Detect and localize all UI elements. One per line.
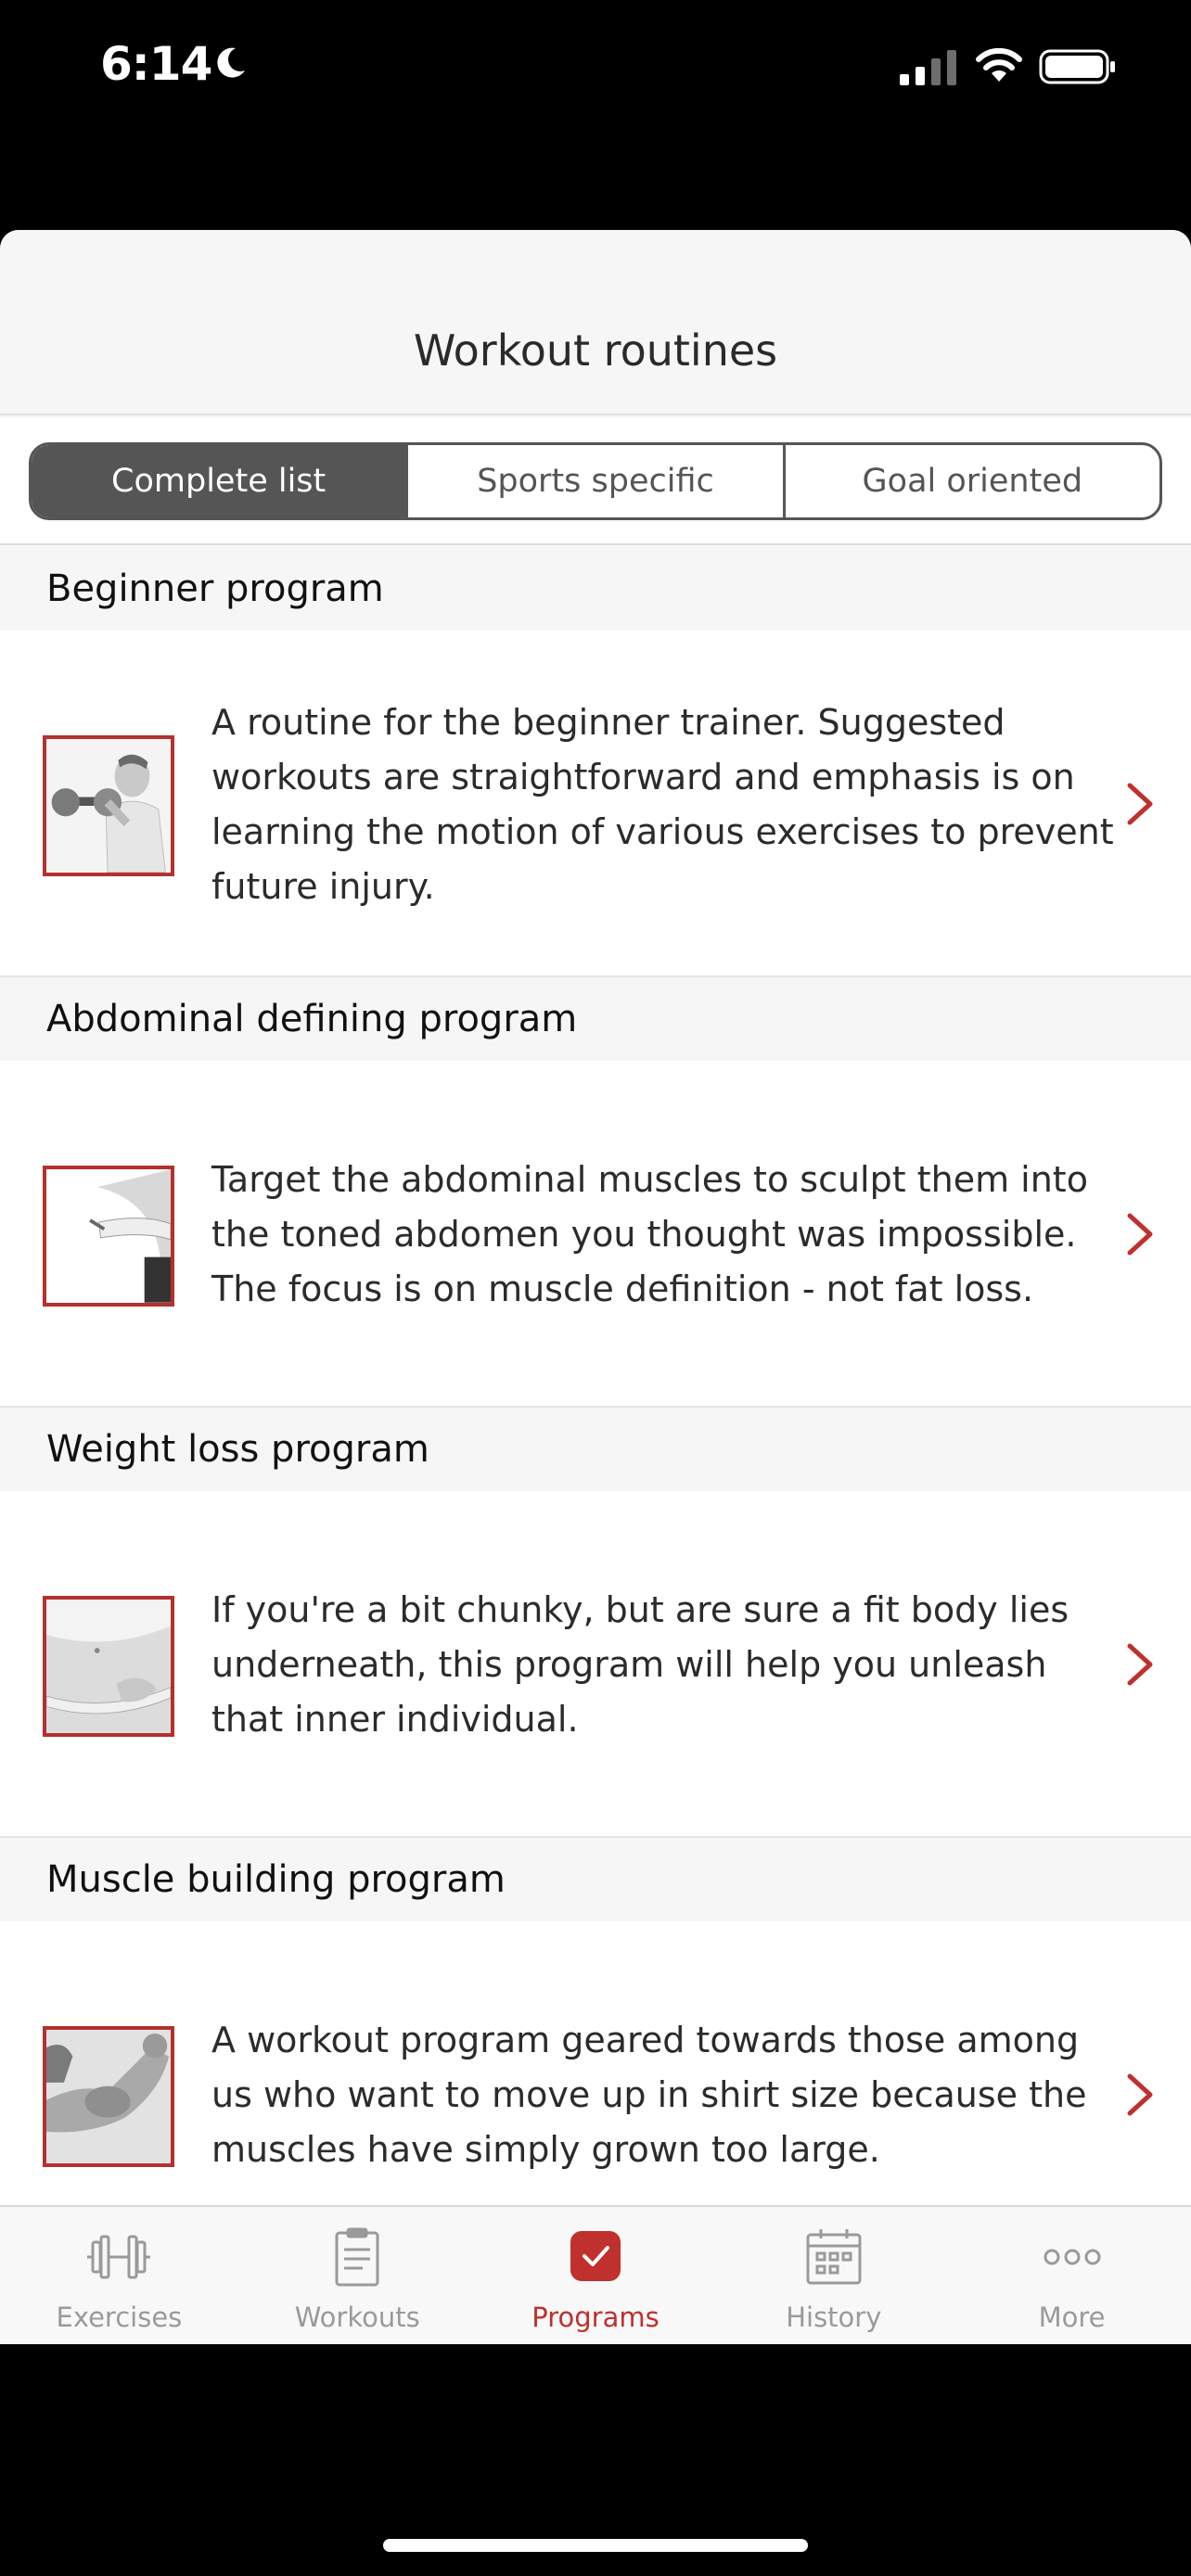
program-row-abdominal[interactable]: Target the abdominal muscles to sculpt t… (0, 1061, 1191, 1408)
chevron-right-icon (1127, 2073, 1153, 2116)
waist-tape-photo (43, 1596, 174, 1737)
tab-label: Exercises (56, 2302, 183, 2333)
program-row-weight-loss[interactable]: If you're a bit chunky, but are sure a f… (0, 1491, 1191, 1838)
tab-label: Programs (531, 2302, 660, 2333)
boy-dumbbell-photo (43, 735, 174, 876)
chevron-right-icon (1127, 783, 1153, 825)
moon-icon (217, 47, 245, 78)
section-header-beginner: Beginner program (0, 547, 1191, 631)
calendar-icon (806, 2229, 862, 2285)
flexed-arm-photo (43, 2026, 174, 2167)
belly-measure-photo (43, 1166, 174, 1307)
program-description: If you're a bit chunky, but are sure a f… (211, 1589, 1069, 1740)
section-header-muscle-building: Muscle building program (0, 1838, 1191, 1921)
status-time: 6:14 (100, 37, 212, 91)
tab-more[interactable]: More (953, 2207, 1191, 2344)
tab-workouts[interactable]: Workouts (238, 2207, 477, 2344)
navigation-header: Workout routines (0, 230, 1191, 415)
section-header-abdominal: Abdominal defining program (0, 977, 1191, 1061)
workout-routines-sheet: Workout routines Complete list Sports sp… (0, 230, 1191, 2344)
program-row-beginner[interactable]: A routine for the beginner trainer. Sugg… (0, 631, 1191, 977)
program-description: A routine for the beginner trainer. Sugg… (211, 702, 1114, 907)
wifi-icon (976, 47, 1022, 82)
tab-label: More (1038, 2302, 1106, 2333)
tab-history[interactable]: History (714, 2207, 953, 2344)
checkmark-icon (570, 2231, 621, 2281)
tab-programs[interactable]: Programs (477, 2207, 715, 2344)
more-dots-icon (1044, 2249, 1101, 2265)
home-indicator[interactable] (383, 2539, 808, 2552)
clipboard-icon (335, 2227, 379, 2287)
tab-exercises[interactable]: Exercises (0, 2207, 238, 2344)
tab-bar: Exercises Workouts Programs History More (0, 2205, 1191, 2344)
segment-sports-specific[interactable]: Sports specific (405, 445, 782, 517)
page-title: Workout routines (413, 325, 778, 376)
tab-label: History (786, 2302, 882, 2333)
tab-label: Workouts (294, 2302, 420, 2333)
category-segmented-control: Complete list Sports specific Goal orien… (29, 442, 1162, 520)
program-description: A workout program geared towards those a… (211, 2020, 1087, 2170)
battery-icon (1039, 49, 1115, 84)
cellular-signal-icon (900, 50, 956, 85)
status-bar: 6:14 (0, 0, 1191, 139)
segment-complete-list[interactable]: Complete list (32, 445, 406, 517)
segment-area: Complete list Sports specific Goal orien… (0, 417, 1191, 545)
programs-list: Beginner program A routine for the begin… (0, 547, 1191, 2268)
segment-goal-oriented[interactable]: Goal oriented (782, 445, 1159, 517)
chevron-right-icon (1127, 1213, 1153, 1256)
program-description: Target the abdominal muscles to sculpt t… (211, 1159, 1088, 1309)
section-header-weight-loss: Weight loss program (0, 1408, 1191, 1491)
dumbbell-icon (87, 2235, 151, 2279)
chevron-right-icon (1127, 1643, 1153, 1686)
